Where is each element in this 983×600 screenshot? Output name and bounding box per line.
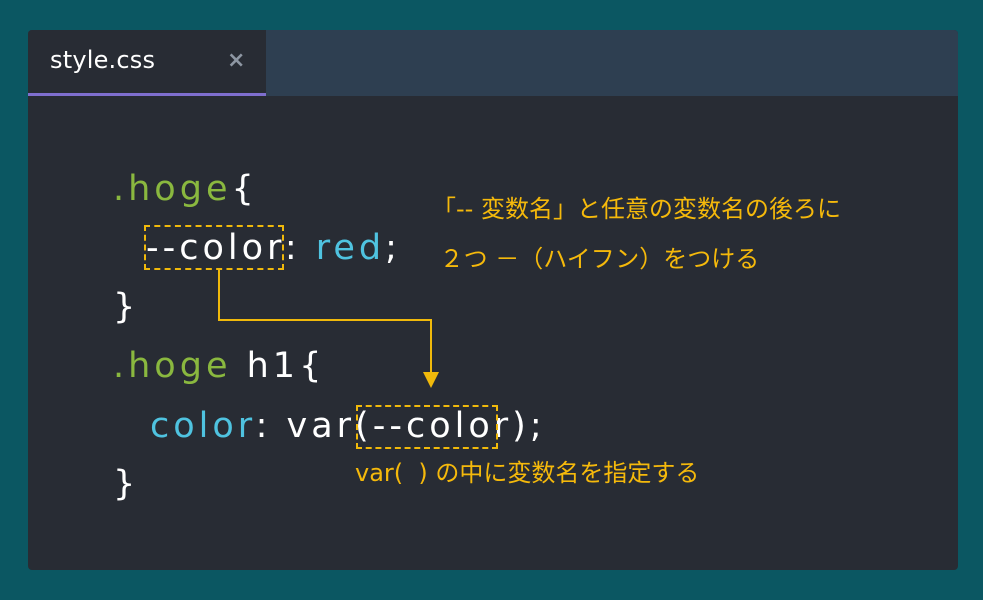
annotation-var-usage: var( ) の中に変数名を指定する <box>355 459 700 487</box>
connector-arrow <box>218 270 439 388</box>
annotation-hyphen-note: ２つ －（ハイフン）をつける <box>432 245 760 273</box>
annotation-custom-property: 「-- 変数名」と任意の変数名の後ろに <box>432 195 841 223</box>
